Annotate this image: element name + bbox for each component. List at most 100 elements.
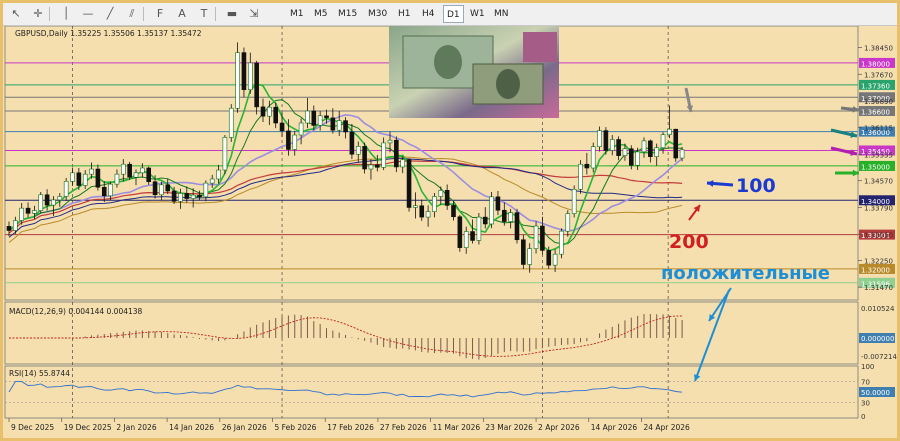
candle-body <box>279 122 285 132</box>
candle-body <box>622 148 628 156</box>
candle-body <box>76 172 82 186</box>
x-tick-label: 26 Jan 2026 <box>222 423 267 432</box>
candle-body <box>355 146 361 155</box>
timeframe-mn[interactable]: MN <box>491 5 512 23</box>
candle-body <box>457 216 463 248</box>
crosshair-icon[interactable]: ✛ <box>29 5 47 23</box>
toolbar-separator <box>49 7 50 21</box>
candle-body <box>578 163 583 190</box>
candle-body <box>438 190 444 197</box>
candle-body <box>565 213 571 232</box>
channel-icon[interactable]: ⫽ <box>123 5 141 23</box>
candle-body <box>603 130 609 151</box>
candle-body <box>267 106 272 117</box>
timeframe-m1[interactable]: M1 <box>287 5 307 23</box>
x-tick-label: 5 Feb 2026 <box>275 423 317 432</box>
chart-header: GBPUSD,Daily 1.35225 1.35506 1.35137 1.3… <box>15 29 202 38</box>
currency-banknotes-image <box>389 26 559 118</box>
timeframe-d1[interactable]: D1 <box>443 5 464 23</box>
candle-body <box>146 167 151 183</box>
candle-body <box>260 106 266 117</box>
x-tick-label: 14 Jan 2026 <box>169 423 214 432</box>
candle-body <box>368 164 374 170</box>
macd-scale-label: -0.007214 <box>861 353 897 361</box>
candle-body <box>190 194 196 199</box>
candle-body <box>482 216 488 225</box>
shapes-icon[interactable]: ▬ <box>223 5 241 23</box>
candle-body <box>362 146 367 170</box>
candle-body <box>197 194 202 198</box>
candle-body <box>32 210 37 214</box>
candle-body <box>292 134 298 150</box>
fibonacci-icon[interactable]: F <box>151 5 169 23</box>
y-tick-label: 1.37670 <box>864 71 893 79</box>
candle-body <box>419 205 425 218</box>
candle-body <box>235 52 240 109</box>
timeframe-w1[interactable]: W1 <box>467 5 488 23</box>
candle-body <box>489 196 494 225</box>
candle-body <box>413 205 418 208</box>
candle-body <box>495 196 501 211</box>
rsi-panel <box>4 365 859 419</box>
candle-body <box>25 207 31 214</box>
rsi-label: RSI(14) 55.8744 <box>9 369 70 378</box>
candle-body <box>571 188 577 214</box>
x-tick-label: 27 Feb 2026 <box>380 423 427 432</box>
toolbar-separator <box>215 7 216 21</box>
timeframe-h4[interactable]: H4 <box>419 5 438 23</box>
level-price-label: 1.37360 <box>861 82 890 90</box>
candle-body <box>552 253 558 266</box>
candle-body <box>654 147 660 157</box>
candle-body <box>19 207 25 221</box>
horizontal-line-icon[interactable]: — <box>79 5 97 23</box>
candle-body <box>228 107 234 138</box>
candle-body <box>286 130 291 150</box>
ma100-annotation: 100 <box>736 175 776 197</box>
trend-line-icon[interactable]: ╱ <box>101 5 119 23</box>
timeframe-m5[interactable]: M5 <box>311 5 331 23</box>
ma200-annotation: 200 <box>669 231 709 253</box>
candle-body <box>635 151 640 166</box>
candle-body <box>673 128 679 159</box>
candle-body <box>159 184 164 196</box>
timeframe-m30[interactable]: M30 <box>365 5 390 23</box>
candle-body <box>89 168 94 175</box>
macd-label: MACD(12,26,9) 0.004144 0.004138 <box>9 307 143 316</box>
timeframe-m15[interactable]: M15 <box>335 5 360 23</box>
candle-body <box>521 239 526 265</box>
candle-body <box>451 205 456 218</box>
candle-body <box>628 148 634 166</box>
candle-body <box>311 110 317 126</box>
candle-body <box>667 128 672 135</box>
cursor-icon[interactable]: ↖ <box>7 5 25 23</box>
candle-body <box>559 230 564 255</box>
candle-body <box>298 122 304 136</box>
chart-area[interactable]: 1.38000 1.37360 1.37000 1.36600 1.36000 1.354… <box>3 25 897 436</box>
y-tick-label: 1.38450 <box>864 44 893 52</box>
candle-body <box>584 163 590 169</box>
candle-body <box>648 140 653 157</box>
text-icon[interactable]: A <box>173 5 191 23</box>
candle-body <box>57 196 63 201</box>
text-label-icon[interactable]: T <box>195 5 213 23</box>
candle-body <box>273 106 279 124</box>
candle-body <box>317 115 323 126</box>
candle-body <box>406 159 412 208</box>
arrows-icon[interactable]: ⇲ <box>245 5 263 23</box>
x-tick-label: 11 Mar 2026 <box>433 423 481 432</box>
x-tick-label: 17 Feb 2026 <box>327 423 374 432</box>
candle-body <box>222 137 228 171</box>
candle-body <box>114 173 120 185</box>
candle-body <box>305 110 310 124</box>
candle-body <box>381 142 386 168</box>
candle-body <box>51 199 56 206</box>
candle-body <box>374 164 380 168</box>
timeframe-h1[interactable]: H1 <box>395 5 414 23</box>
y-tick-label: 1.33790 <box>864 204 893 212</box>
candle-body <box>514 212 520 241</box>
candle-body <box>108 183 113 197</box>
candle-body <box>6 226 12 231</box>
candle-body <box>679 149 685 159</box>
vertical-line-icon[interactable]: │ <box>57 5 75 23</box>
candle-body <box>38 194 44 211</box>
